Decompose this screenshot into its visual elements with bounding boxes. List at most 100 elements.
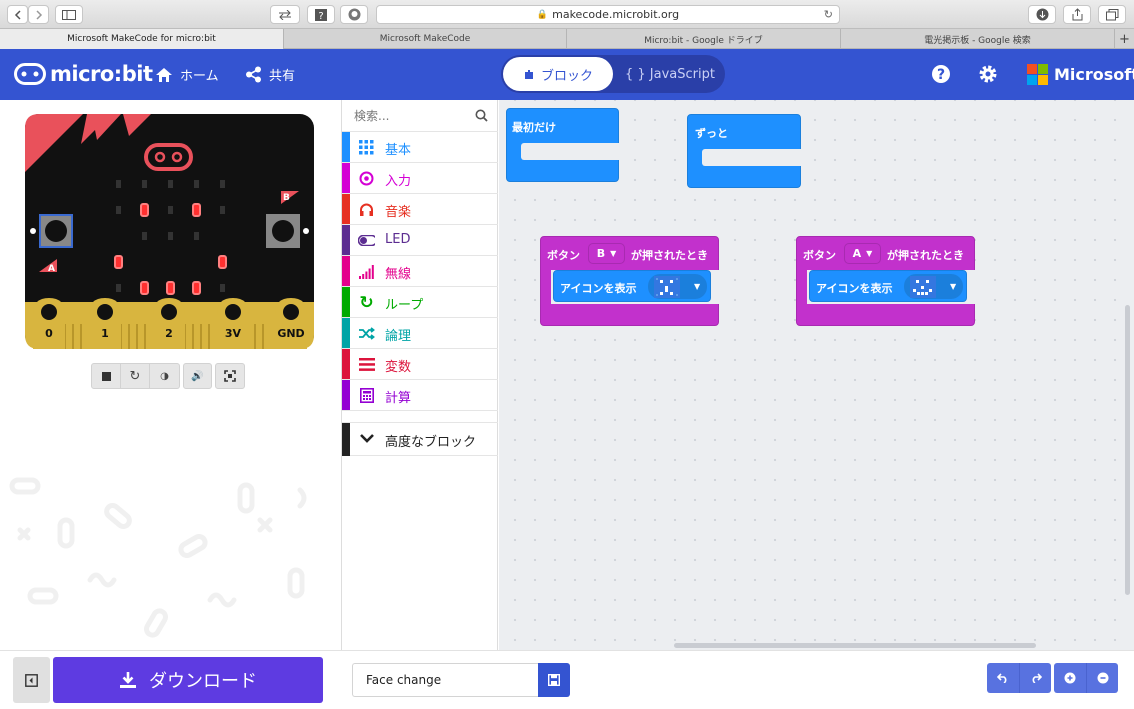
blocks-tab[interactable]: ブロック [503,57,613,91]
category-variables[interactable]: 変数 [342,349,498,380]
fullscreen-button[interactable] [215,363,245,389]
reload-icon[interactable]: ↻ [824,8,833,21]
forward-button[interactable] [28,5,49,24]
grid-icon [358,139,375,156]
target-icon [358,170,375,187]
category-basic[interactable]: 基本 [342,132,498,163]
category-color-bar [342,380,350,410]
help-button[interactable]: ? [931,64,951,84]
button-b-dropdown[interactable]: B ▼ [588,243,625,264]
back-button[interactable] [7,5,28,24]
collapse-icon [25,673,38,687]
url-text: makecode.microbit.org [552,8,680,21]
translate-button[interactable] [270,5,300,24]
on-button-a-block[interactable]: ボタン A ▼ が押されたとき アイコンを表示 ▼ [796,236,976,326]
collapse-simulator-button[interactable] [13,657,50,703]
microbit-logo[interactable]: micro:bit [14,62,153,86]
puzzle-icon [524,70,533,79]
editor-footer: ダウンロード Face change [0,650,1134,709]
zoom-in-icon [1064,672,1076,684]
browser-tab[interactable]: Micro:bit - Google ドライブ [567,29,841,49]
help-icon: ? [932,65,950,83]
github-icon [348,8,360,21]
pin-label: 3V [225,327,242,340]
category-color-bar [342,163,350,193]
shuffle-icon [358,325,375,342]
javascript-tab[interactable]: { } JavaScript [617,57,723,91]
share-browser-button[interactable] [1063,5,1091,24]
category-logic[interactable]: 論理 [342,318,498,349]
toggle-icon [358,232,375,249]
dropdown-arrow-icon: ▼ [866,249,873,258]
save-button[interactable] [538,663,570,697]
downloads-button[interactable] [1028,5,1056,24]
microbit-logo-icon [14,63,46,85]
chevron-down-icon [360,432,374,447]
settings-button[interactable] [978,64,998,84]
category-radio[interactable]: 無線 [342,256,498,287]
redo-button[interactable] [1019,663,1051,693]
icon-picker[interactable]: ▼ [648,274,707,299]
signal-bars-icon [358,263,375,280]
search-input[interactable]: 検索... [342,100,498,132]
microbit-board: A B 0 1 2 3V GND [25,114,314,349]
forever-block[interactable]: ずっと [687,114,803,188]
restart-icon: ↻ [129,368,141,384]
help-ext-button[interactable]: ? [307,5,335,24]
undo-button[interactable] [987,663,1019,693]
download-button[interactable]: ダウンロード [53,657,323,703]
sound-icon: 🔊 [191,370,204,382]
zoom-out-button[interactable] [1086,663,1118,693]
mute-button[interactable]: 🔊 [183,363,212,389]
category-color-bar [342,318,350,348]
editor-toggle: ブロック { } JavaScript [501,55,725,93]
zoom-in-button[interactable] [1054,663,1086,693]
show-icon-block[interactable]: アイコンを表示 ▼ [553,270,711,302]
show-icon-block[interactable]: アイコンを表示 ▼ [809,270,967,302]
microsoft-logo[interactable]: Microsoft [1027,64,1134,85]
category-led[interactable]: LED [342,225,498,256]
chevron-right-icon [35,9,42,20]
category-math[interactable]: 計算 [342,380,498,411]
stop-icon [101,371,111,381]
browser-tab[interactable]: Microsoft MakeCode [284,29,567,49]
category-color-bar [342,225,350,255]
browser-tab[interactable]: Microsoft MakeCode for micro:bit [0,29,284,49]
lock-icon: 🔒 [536,9,549,20]
happy-face-icon [910,275,936,298]
category-input[interactable]: 入力 [342,163,498,194]
lines-icon [358,356,375,373]
sidebar-icon [62,9,76,20]
dropdown-arrow-icon: ▼ [694,282,701,291]
horizontal-scrollbar[interactable] [674,643,1036,648]
category-advanced[interactable]: 高度なブロック [342,422,498,456]
category-color-bar [342,349,350,379]
on-button-b-block[interactable]: ボタン B ▼ が押されたとき アイコンを表示 ▼ [540,236,720,326]
project-name-input[interactable]: Face change [352,663,538,697]
share-button[interactable]: 共有 [245,65,295,84]
restart-button[interactable]: ↻ [121,363,150,389]
home-button[interactable]: ホーム [155,65,219,84]
github-ext-button[interactable] [340,5,368,24]
new-tab-button[interactable]: + [1115,29,1134,49]
address-bar[interactable]: 🔒 makecode.microbit.org ↻ [376,5,840,24]
icon-picker[interactable]: ▼ [904,274,963,299]
slowmo-button[interactable]: ◑ [150,363,180,389]
browser-tab[interactable]: 電光掲示板 - Google 検索 [841,29,1115,49]
category-music[interactable]: 音楽 [342,194,498,225]
sidebar-button[interactable] [55,5,83,24]
category-color-bar [342,194,350,224]
button-a-label: A [48,264,55,274]
snail-icon: ◑ [160,370,169,382]
on-start-block[interactable]: 最初だけ [506,108,621,182]
category-loops[interactable]: ↻ ループ [342,287,498,318]
search-icon [475,109,488,125]
category-color-bar [342,287,350,317]
vertical-scrollbar[interactable] [1125,305,1130,595]
blocks-workspace[interactable]: 最初だけ ずっと ボタン B ▼ が押されたとき アイコンを表示 ▼ ボタン A… [499,100,1134,650]
block-slot [702,149,803,166]
headphones-icon [358,201,375,218]
button-a-dropdown[interactable]: A ▼ [844,243,881,264]
tabs-button[interactable] [1098,5,1126,24]
stop-button[interactable] [91,363,121,389]
